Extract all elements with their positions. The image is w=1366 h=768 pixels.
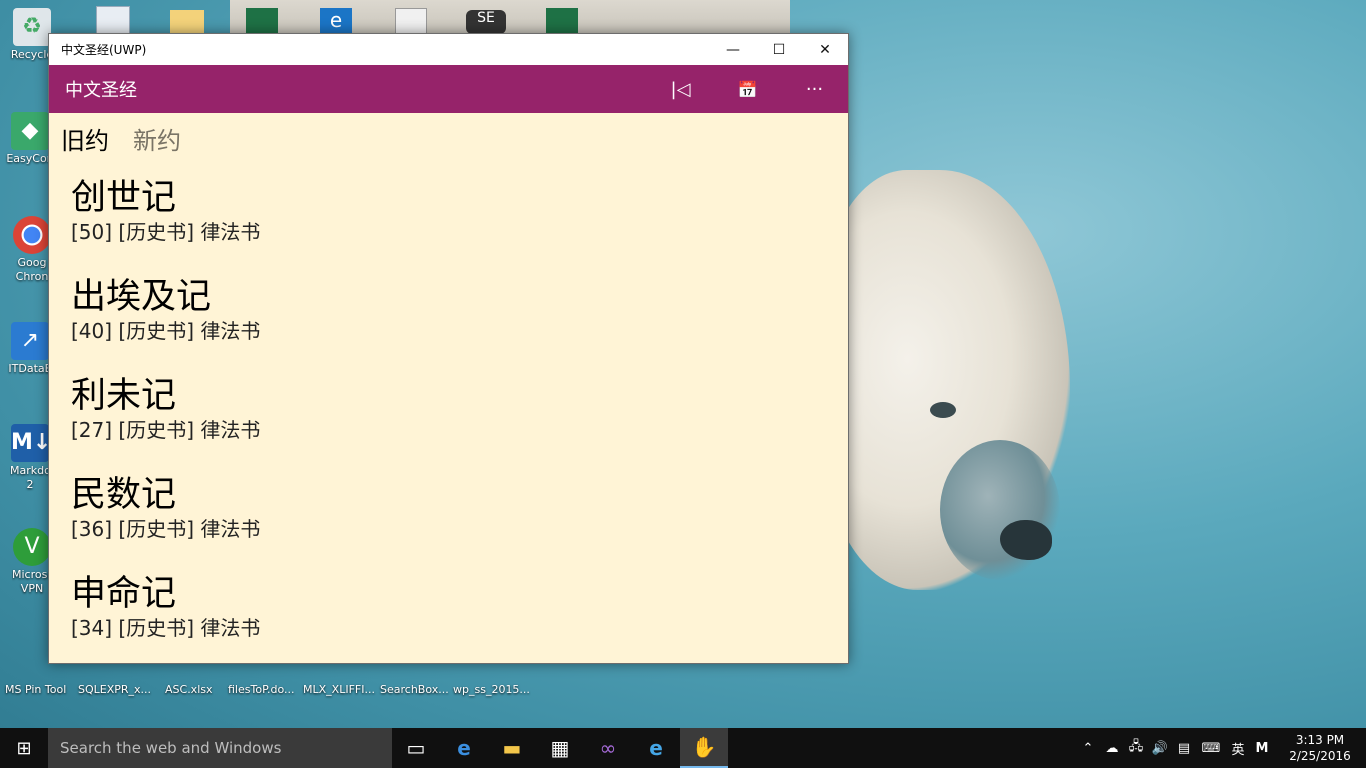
excel-file-icon[interactable] xyxy=(246,8,278,34)
keyboard-icon[interactable]: ⌨ xyxy=(1196,741,1226,756)
task-view-icon[interactable]: ▭ xyxy=(392,728,440,768)
chevron-up-icon[interactable]: ⌃ xyxy=(1076,741,1100,756)
desktop-icon-sqlexpr[interactable]: SQLEXPR_x... xyxy=(78,683,151,696)
skip-first-icon[interactable]: |◁ xyxy=(647,65,714,113)
book-meta: [27] [历史书] 律法书 xyxy=(71,418,261,442)
chrome-icon xyxy=(13,216,51,254)
maximize-button[interactable]: ☐ xyxy=(756,34,802,65)
book-meta: [40] [历史书] 律法书 xyxy=(71,319,261,343)
bible-app-icon[interactable]: ✋ xyxy=(680,728,728,768)
clock-date: 2/25/2016 xyxy=(1289,749,1351,763)
excel-file-icon-2[interactable] xyxy=(546,8,578,34)
edge-icon[interactable]: e xyxy=(440,728,488,768)
file-explorer-icon[interactable]: ▬ xyxy=(488,728,536,768)
app-header: 中文圣经 |◁ 📅 ··· xyxy=(49,65,848,113)
window-titlebar[interactable]: 中文圣经(UWP) — ☐ ✕ xyxy=(49,34,848,65)
more-options-icon[interactable]: ··· xyxy=(781,65,848,113)
volume-icon[interactable]: 🔊 xyxy=(1148,741,1172,756)
system-tray: ⌃ ☁ 🖧 🔊 ▤ ⌨ 英 M 3:13 PM 2/25/2016 xyxy=(1076,728,1366,768)
recycle-bin-icon: ♻ xyxy=(13,8,51,46)
wallpaper-bear-nose xyxy=(1000,520,1052,560)
list-item[interactable]: 创世记 [50] [历史书] 律法书 xyxy=(71,163,848,262)
list-item[interactable]: 申命记 [34] [历史书] 律法书 xyxy=(71,559,848,658)
window-title: 中文圣经(UWP) xyxy=(61,43,147,57)
visual-studio-icon[interactable]: ∞ xyxy=(584,728,632,768)
book-name: 申命记 xyxy=(71,574,177,614)
store-icon[interactable]: ▦ xyxy=(536,728,584,768)
book-list: 创世记 [50] [历史书] 律法书 出埃及记 [40] [历史书] 律法书 利… xyxy=(49,163,848,658)
onedrive-icon[interactable]: ☁ xyxy=(1100,741,1124,756)
book-meta: [50] [历史书] 律法书 xyxy=(71,220,261,244)
desktop-icon-ms-pin-tool[interactable]: MS Pin Tool xyxy=(5,683,66,696)
book-name: 出埃及记 xyxy=(71,277,212,317)
clock[interactable]: 3:13 PM 2/25/2016 xyxy=(1274,732,1366,764)
wallpaper-bear-eye xyxy=(930,402,956,418)
tab-old-testament[interactable]: 旧约 xyxy=(61,121,109,156)
vpn-icon: V xyxy=(13,528,51,566)
desktop-icon-filestop[interactable]: filesToP.do... xyxy=(228,683,295,696)
markdown-icon: M↓ xyxy=(11,424,51,462)
notifications-icon[interactable]: ▤ xyxy=(1172,741,1196,756)
minimize-button[interactable]: — xyxy=(710,34,756,65)
edge-icon[interactable]: e xyxy=(320,8,352,34)
list-item[interactable]: 出埃及记 [40] [历史书] 律法书 xyxy=(71,262,848,361)
book-name: 创世记 xyxy=(71,178,177,218)
book-name: 利未记 xyxy=(71,376,177,416)
book-meta: [34] [历史书] 律法书 xyxy=(71,616,261,640)
ime-mode-icon[interactable]: M xyxy=(1250,741,1274,756)
search-box[interactable]: Search the web and Windows xyxy=(48,728,392,768)
ime-indicator[interactable]: 英 xyxy=(1226,739,1250,758)
taskbar: ⊞ Search the web and Windows ▭ e ▬ ▦ ∞ e… xyxy=(0,728,1366,768)
text-file-icon[interactable] xyxy=(395,8,427,34)
app-window: 中文圣经(UWP) — ☐ ✕ 中文圣经 |◁ 📅 ··· 旧约 新约 创世记 … xyxy=(48,33,849,664)
book-name: 民数记 xyxy=(71,475,177,515)
folder-icon[interactable] xyxy=(170,10,204,34)
close-button[interactable]: ✕ xyxy=(802,34,848,65)
app-title: 中文圣经 xyxy=(65,80,137,101)
app-icon: ◆ xyxy=(11,112,49,150)
calendar-icon[interactable]: 📅 xyxy=(714,65,781,113)
tab-new-testament[interactable]: 新约 xyxy=(133,121,181,156)
desktop-icon-wp-ss[interactable]: wp_ss_2015... xyxy=(453,683,530,696)
desktop-icon-searchbox[interactable]: SearchBox... xyxy=(380,683,449,696)
book-meta: [36] [历史书] 律法书 xyxy=(71,517,261,541)
desktop-icon-asc-xlsx[interactable]: ASC.xlsx xyxy=(165,683,213,696)
document-icon[interactable] xyxy=(96,6,130,34)
list-item[interactable]: 利未记 [27] [历史书] 律法书 xyxy=(71,361,848,460)
network-icon[interactable]: 🖧 xyxy=(1124,737,1148,759)
se-app-icon[interactable]: SE xyxy=(466,10,506,34)
shortcut-icon: ↗ xyxy=(11,322,49,360)
testament-pivot: 旧约 新约 xyxy=(49,113,848,163)
desktop-icon-mlx-xliff[interactable]: MLX_XLIFFI... xyxy=(303,683,375,696)
list-item[interactable]: 民数记 [36] [历史书] 律法书 xyxy=(71,460,848,559)
windows-start-icon[interactable]: ⊞ xyxy=(0,728,48,768)
wallpaper-bear-snout xyxy=(940,440,1060,580)
internet-explorer-icon[interactable]: e xyxy=(632,728,680,768)
clock-time: 3:13 PM xyxy=(1295,733,1345,747)
